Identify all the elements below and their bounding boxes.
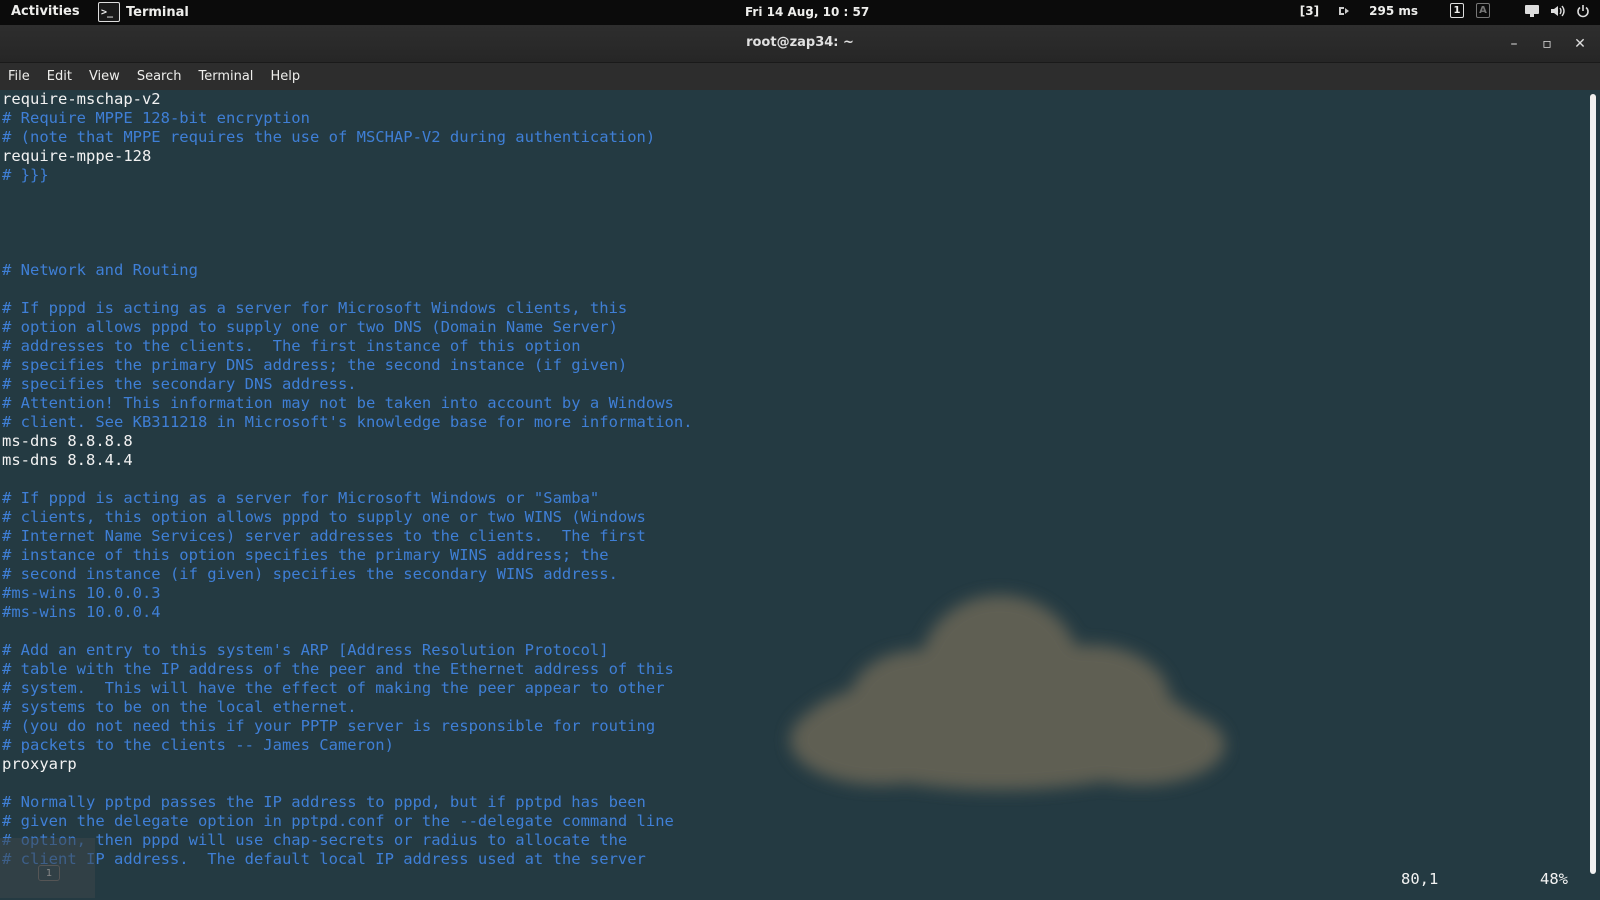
network-transfer-icon[interactable] [1337,5,1351,17]
ping-indicator[interactable]: 295 ms [1369,4,1418,18]
terminal-line: # }}} [2,166,49,184]
terminal-line: ms-dns 8.8.8.8 [2,432,133,450]
keyboard-1-icon: 1 [1450,3,1464,18]
terminal-line: #ms-wins 10.0.0.3 [2,584,161,602]
terminal-line: # Require MPPE 128-bit encryption [2,109,310,127]
terminal-line: # (you do not need this if your PPTP ser… [2,717,656,735]
terminal-line: # specifies the primary DNS address; the… [2,356,628,374]
window-titlebar[interactable]: root@zap34: ~ – ▫ ✕ [0,25,1600,63]
terminal-line: # Internet Name Services) server address… [2,527,646,545]
terminal-line: # addresses to the clients. The first in… [2,337,581,355]
system-tray: [3] 295 ms 1 A [1282,3,1590,18]
app-menu[interactable]: >_ Terminal [98,2,189,22]
terminal-line: require-mppe-128 [2,147,152,165]
minimize-button[interactable]: – [1504,34,1524,54]
terminal-line: # packets to the clients -- James Camero… [2,736,394,754]
terminal-line: #ms-wins 10.0.0.4 [2,603,161,621]
terminal-line: # client. See KB311218 in Microsoft's kn… [2,413,693,431]
terminal-line: require-mschap-v2 [2,90,161,108]
terminal-line: # Normally pptpd passes the IP address t… [2,793,646,811]
vim-cursor-position: 80,1 [1401,870,1439,888]
vim-scroll-percent: 48% [1540,870,1568,888]
terminal-line: # option allows pppd to supply one or tw… [2,318,618,336]
terminal-line: # instance of this option specifies the … [2,546,609,564]
app-menu-label: Terminal [126,4,189,20]
volume-icon[interactable] [1550,4,1566,18]
workspace-indicator[interactable]: [3] [1300,4,1319,18]
menu-bar: File Edit View Search Terminal Help [0,63,1600,90]
terminal-view[interactable]: require-mschap-v2 # Require MPPE 128-bit … [0,90,1600,900]
terminal-line: # If pppd is acting as a server for Micr… [2,299,628,317]
scrollbar-thumb[interactable] [1590,94,1596,874]
wired-network-icon[interactable] [1524,4,1540,18]
terminal-line: # Network and Routing [2,261,198,279]
keyboard-a-icon: A [1476,3,1490,18]
close-button[interactable]: ✕ [1570,34,1590,54]
terminal-line: # Attention! This information may not be… [2,394,674,412]
cursor-badge: 1 [38,865,60,881]
scrollbar[interactable] [1590,94,1596,894]
menu-file[interactable]: File [8,69,30,84]
menu-view[interactable]: View [89,69,120,84]
activities-button[interactable]: Activities [11,4,80,19]
terminal-line: # given the delegate option in pptpd.con… [2,812,674,830]
maximize-button[interactable]: ▫ [1537,34,1557,54]
power-icon[interactable] [1576,4,1590,18]
cloud-wallpaper-image [790,595,1225,790]
terminal-line: # (note that MPPE requires the use of MS… [2,128,656,146]
terminal-line: # table with the IP address of the peer … [2,660,674,678]
menu-terminal[interactable]: Terminal [198,69,253,84]
terminal-line: # systems to be on the local ethernet. [2,698,357,716]
terminal-line: # option, then pppd will use chap-secret… [2,831,628,849]
window-title: root@zap34: ~ [746,35,854,50]
menu-edit[interactable]: Edit [47,69,72,84]
terminal-line: proxyarp [2,755,77,773]
keyboard-layout-indicator[interactable]: 1 A [1450,3,1490,18]
terminal-line: # specifies the secondary DNS address. [2,375,357,393]
terminal-line: # clients, this option allows pppd to su… [2,508,646,526]
terminal-icon: >_ [98,2,120,22]
top-bar: Activities >_ Terminal Fri 14 Aug, 10 : … [0,0,1600,25]
clock[interactable]: Fri 14 Aug, 10 : 57 [745,5,869,19]
terminal-line: # client IP address. The default local I… [2,850,646,868]
menu-help[interactable]: Help [270,69,300,84]
terminal-output: require-mschap-v2 # Require MPPE 128-bit … [2,90,693,869]
terminal-line: ms-dns 8.8.4.4 [2,451,133,469]
terminal-line: # Add an entry to this system's ARP [Add… [2,641,609,659]
terminal-line: # If pppd is acting as a server for Micr… [2,489,600,507]
terminal-line: # second instance (if given) specifies t… [2,565,618,583]
menu-search[interactable]: Search [137,69,182,84]
terminal-line: # system. This will have the effect of m… [2,679,665,697]
